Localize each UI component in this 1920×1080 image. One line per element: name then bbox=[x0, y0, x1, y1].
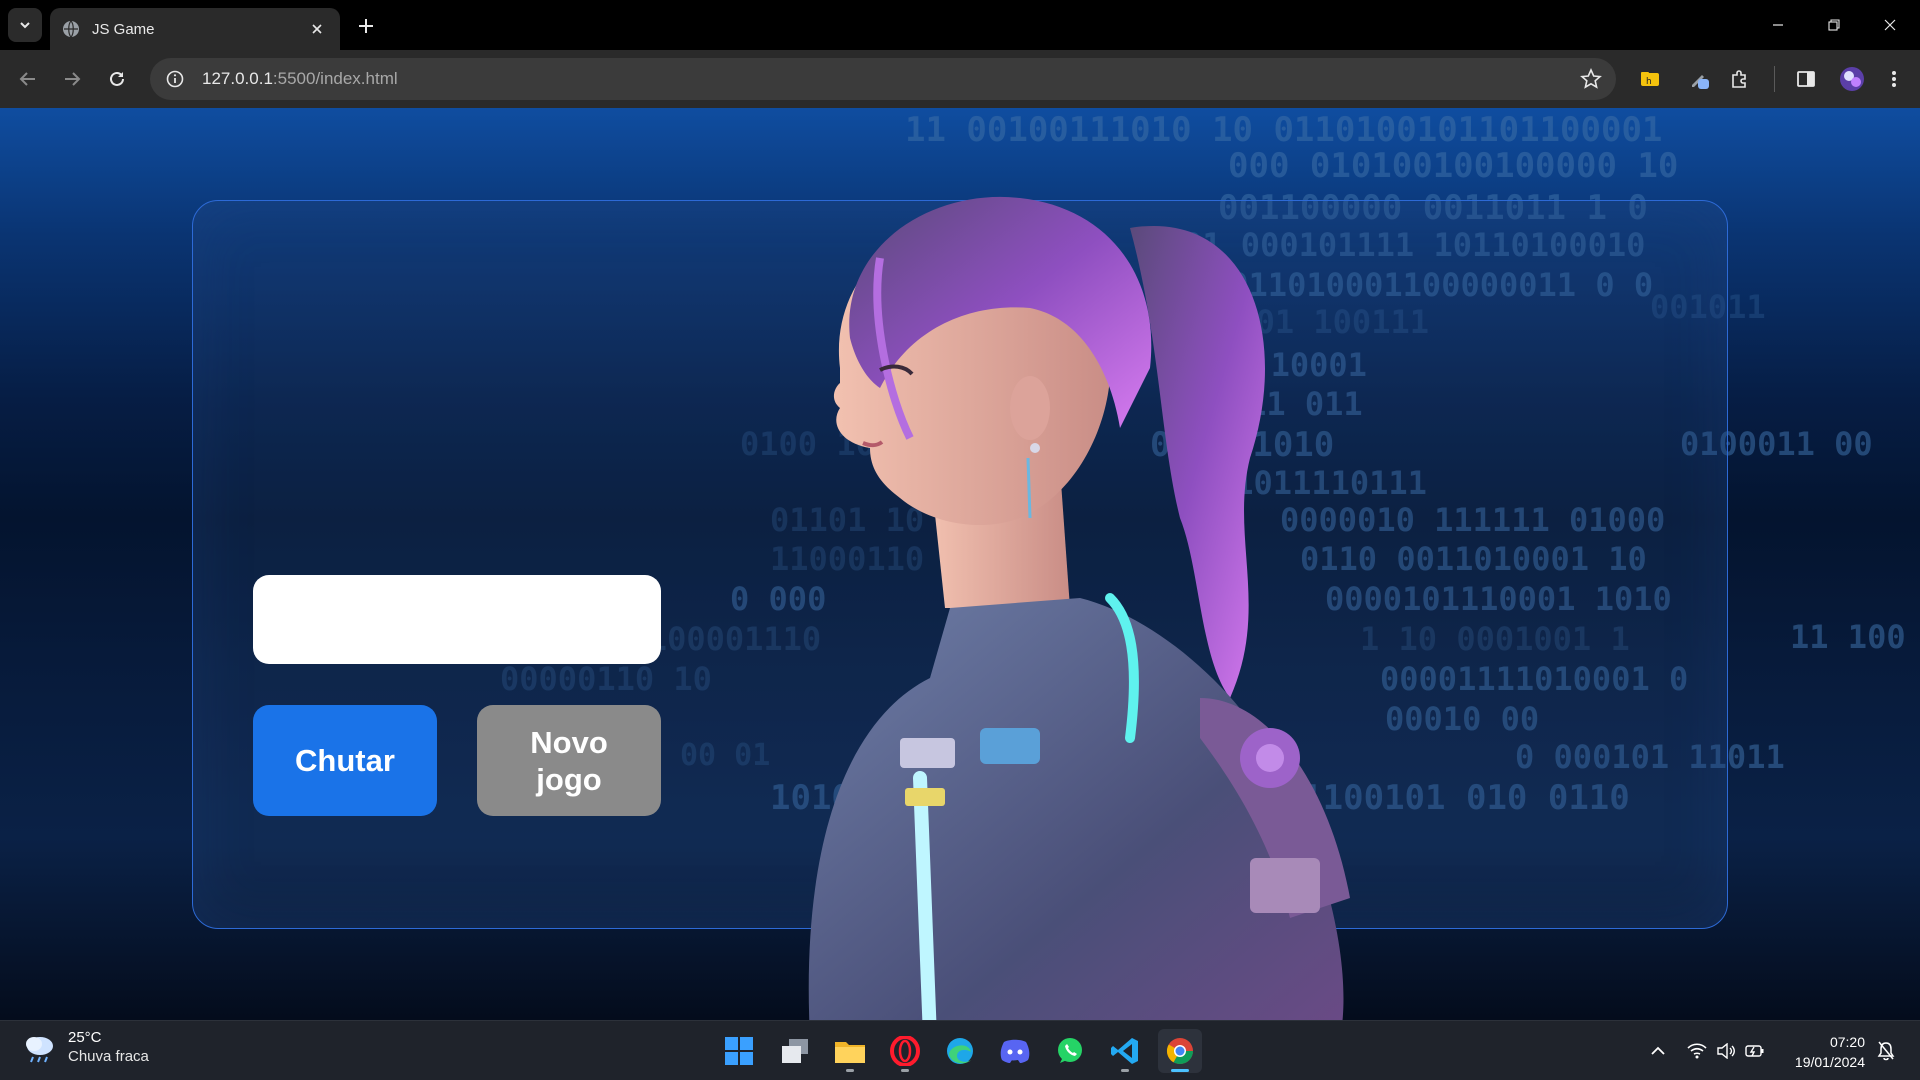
tab-search-button[interactable] bbox=[8, 8, 42, 42]
running-indicator bbox=[1121, 1069, 1129, 1072]
vscode-button[interactable] bbox=[1103, 1029, 1147, 1073]
reload-button[interactable] bbox=[101, 63, 133, 95]
windows-logo-icon bbox=[725, 1037, 753, 1065]
game-page: 11 00100111010 10 0110100101101100001 000… bbox=[0, 108, 1920, 1020]
opera-icon bbox=[890, 1036, 920, 1066]
profile-avatar[interactable] bbox=[1836, 63, 1868, 95]
clock-time: 07:20 bbox=[1829, 1034, 1865, 1050]
minimize-button[interactable] bbox=[1750, 0, 1806, 50]
url-path: :5500/index.html bbox=[272, 69, 398, 88]
site-info-icon[interactable] bbox=[164, 68, 186, 90]
arrow-left-icon bbox=[19, 72, 35, 86]
extension-folder-icon[interactable]: h bbox=[1634, 63, 1666, 95]
tab-title: JS Game bbox=[92, 20, 155, 38]
whatsapp-button[interactable] bbox=[1048, 1029, 1092, 1073]
kebab-menu-icon[interactable] bbox=[1878, 63, 1910, 95]
clock-date: 19/01/2024 bbox=[1794, 1054, 1865, 1070]
task-view-icon bbox=[782, 1039, 808, 1063]
close-window-button[interactable] bbox=[1862, 0, 1918, 50]
close-tab-icon[interactable] bbox=[306, 18, 328, 40]
address-bar[interactable]: 127.0.0.1:5500/index.html bbox=[150, 58, 1616, 100]
plus-icon bbox=[359, 19, 373, 33]
chevron-down-icon bbox=[20, 22, 30, 29]
task-view-button[interactable] bbox=[773, 1029, 817, 1073]
forward-button[interactable] bbox=[56, 63, 88, 95]
globe-icon bbox=[62, 20, 80, 38]
guess-input[interactable] bbox=[253, 575, 661, 664]
folder-icon bbox=[835, 1042, 865, 1063]
edge-button[interactable] bbox=[938, 1029, 982, 1073]
show-hidden-icons-button[interactable] bbox=[1646, 1039, 1670, 1063]
notifications-icon[interactable] bbox=[1874, 1039, 1898, 1063]
guess-button[interactable]: Chutar bbox=[253, 705, 437, 816]
rain-cloud-icon bbox=[22, 1030, 58, 1066]
new-game-button[interactable]: Novo jogo bbox=[477, 705, 661, 816]
reload-icon bbox=[110, 71, 124, 86]
url-text: 127.0.0.1:5500/index.html bbox=[202, 69, 398, 89]
bookmark-star-icon[interactable] bbox=[1580, 68, 1602, 90]
running-indicator bbox=[901, 1069, 909, 1072]
running-indicator bbox=[846, 1069, 854, 1072]
discord-icon bbox=[1000, 1039, 1030, 1063]
weather-description: Chuva fraca bbox=[68, 1048, 149, 1065]
chrome-button[interactable] bbox=[1158, 1029, 1202, 1073]
toolbar-divider bbox=[1774, 66, 1775, 92]
side-panel-icon[interactable] bbox=[1790, 63, 1822, 95]
svg-text:h: h bbox=[1646, 77, 1652, 87]
binary-text: 11 100 bbox=[1790, 618, 1906, 656]
browser-toolbar: 127.0.0.1:5500/index.html h bbox=[0, 50, 1920, 108]
extension-pen-icon[interactable] bbox=[1684, 63, 1716, 95]
opera-button[interactable] bbox=[883, 1029, 927, 1073]
windows-taskbar: 25°C Chuva fraca 07:20 19/01/2024 bbox=[0, 1020, 1920, 1080]
volume-icon[interactable] bbox=[1714, 1039, 1738, 1063]
temperature: 25°C bbox=[68, 1029, 102, 1046]
chevron-up-icon bbox=[1651, 1046, 1665, 1055]
discord-button[interactable] bbox=[993, 1029, 1037, 1073]
chrome-icon bbox=[1166, 1038, 1194, 1065]
restore-icon bbox=[1828, 19, 1840, 31]
astronaut-girl-illustration bbox=[808, 196, 1350, 1020]
browser-tab[interactable]: JS Game bbox=[50, 8, 340, 50]
back-button[interactable] bbox=[12, 63, 44, 95]
edge-icon bbox=[947, 1038, 973, 1064]
wifi-icon[interactable] bbox=[1685, 1039, 1709, 1063]
system-clock[interactable]: 07:20 19/01/2024 bbox=[1785, 1032, 1865, 1072]
url-host: 127.0.0.1 bbox=[202, 69, 273, 88]
whatsapp-icon bbox=[1058, 1038, 1082, 1063]
battery-icon[interactable] bbox=[1743, 1039, 1767, 1063]
vscode-icon bbox=[1111, 1038, 1138, 1064]
start-button[interactable] bbox=[717, 1029, 761, 1073]
arrow-right-icon bbox=[65, 72, 81, 86]
browser-tab-strip: JS Game bbox=[0, 0, 1920, 50]
active-indicator bbox=[1171, 1069, 1189, 1072]
restore-button[interactable] bbox=[1806, 0, 1862, 50]
close-icon bbox=[1884, 19, 1896, 31]
file-explorer-button[interactable] bbox=[828, 1029, 872, 1073]
weather-widget[interactable]: 25°C Chuva fraca bbox=[22, 1029, 149, 1067]
extensions-puzzle-icon[interactable] bbox=[1724, 63, 1756, 95]
new-tab-button[interactable] bbox=[352, 12, 380, 40]
minimize-icon bbox=[1773, 24, 1783, 26]
